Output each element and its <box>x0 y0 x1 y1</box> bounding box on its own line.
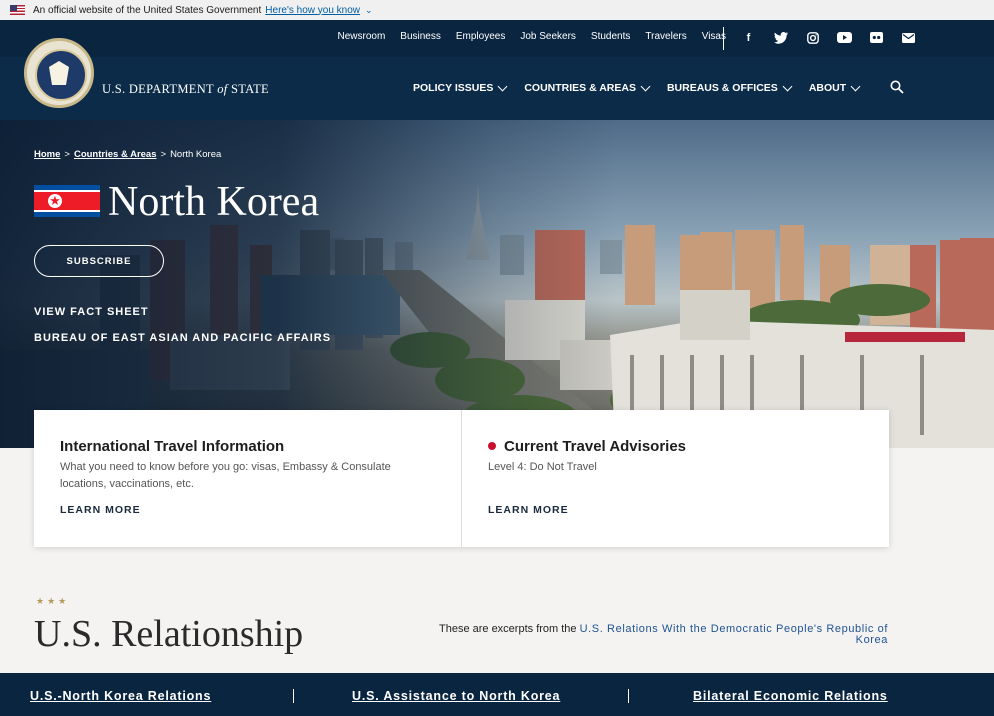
excerpt-prefix: These are excerpts from the <box>438 623 577 635</box>
chevron-down-icon <box>640 81 651 91</box>
how-you-know-link[interactable]: Here's how you know <box>265 5 360 16</box>
us-flag-icon <box>10 5 25 15</box>
nav-travelers[interactable]: Travelers <box>645 31 686 42</box>
hero-banner: Home > Countries & Areas > North Korea ★… <box>0 120 994 448</box>
tab-divider <box>628 689 629 703</box>
tab-bilateral-economic-relations[interactable]: Bilateral Economic Relations <box>693 689 888 703</box>
social-links: f <box>740 29 917 46</box>
breadcrumb: Home > Countries & Areas > North Korea <box>34 149 221 160</box>
brand-of: of <box>217 82 228 96</box>
breadcrumb-separator: > <box>64 149 70 160</box>
breadcrumb-countries-areas[interactable]: Countries & Areas <box>74 149 157 160</box>
youtube-icon[interactable] <box>836 29 853 46</box>
card-title: International Travel Information <box>60 438 285 455</box>
travel-info-card: International Travel Information What yo… <box>34 410 461 547</box>
chevron-down-icon <box>497 81 508 91</box>
tab-us-assistance[interactable]: U.S. Assistance to North Korea <box>352 689 560 703</box>
nav-about[interactable]: ABOUT <box>808 81 861 94</box>
search-icon[interactable] <box>890 80 904 94</box>
card-title: Current Travel Advisories <box>504 438 687 455</box>
card-text: Level 4: Do Not Travel <box>488 461 597 473</box>
subscribe-button[interactable]: SUBSCRIBE <box>34 245 164 277</box>
tab-divider <box>293 689 294 703</box>
brand-prefix: U.S. DEPARTMENT <box>102 82 214 96</box>
twitter-icon[interactable] <box>772 29 789 46</box>
breadcrumb-separator: > <box>160 149 167 160</box>
utility-divider <box>723 27 724 50</box>
nav-business[interactable]: Business <box>400 31 441 42</box>
site-header: Newsroom Business Employees Job Seekers … <box>0 20 994 120</box>
card-title-row: Current Travel Advisories <box>488 438 862 455</box>
hero-overlay <box>0 120 994 448</box>
nav-employees[interactable]: Employees <box>456 31 505 42</box>
learn-more-link[interactable]: LEARN MORE <box>488 504 569 516</box>
breadcrumb-home[interactable]: Home <box>34 149 60 160</box>
north-korea-flag-icon: ★ <box>34 185 100 217</box>
gov-banner: An official website of the United States… <box>0 0 994 20</box>
site-brand[interactable]: U.S. DEPARTMENT of STATE <box>102 82 269 97</box>
chevron-down-icon <box>850 81 861 91</box>
travel-advisory-card: Current Travel Advisories Level 4: Do No… <box>461 410 888 547</box>
utility-nav: Newsroom Business Employees Job Seekers … <box>337 31 726 42</box>
excerpt-link[interactable]: U.S. Relations With the Democratic Peopl… <box>580 623 888 646</box>
excerpt-note: These are excerpts from the U.S. Relatio… <box>428 624 888 646</box>
brand-suffix: STATE <box>230 82 269 96</box>
section-title: U.S. Relationship <box>34 613 304 655</box>
instagram-icon[interactable] <box>804 29 821 46</box>
main-nav: POLICY ISSUES COUNTRIES & AREAS BUREAUS … <box>413 81 861 94</box>
nav-newsroom[interactable]: Newsroom <box>337 31 385 42</box>
page-title: North Korea <box>108 179 320 225</box>
bureau-link[interactable]: BUREAU OF EAST ASIAN AND PACIFIC AFFAIRS <box>34 332 331 344</box>
flickr-icon[interactable] <box>868 29 885 46</box>
learn-more-link[interactable]: LEARN MORE <box>60 504 141 516</box>
nav-bureaus-offices[interactable]: BUREAUS & OFFICES <box>666 81 793 94</box>
chevron-down-icon <box>782 81 793 91</box>
nav-students[interactable]: Students <box>591 31 630 42</box>
nav-countries-areas[interactable]: COUNTRIES & AREAS <box>524 81 651 94</box>
facebook-icon[interactable]: f <box>740 29 757 46</box>
nav-label: BUREAUS & OFFICES <box>666 82 778 94</box>
nav-label: POLICY ISSUES <box>413 82 494 94</box>
official-text: An official website of the United States… <box>33 4 262 16</box>
nav-label: ABOUT <box>808 82 847 94</box>
decorative-stars: ★★★ <box>36 596 70 606</box>
email-icon[interactable] <box>900 29 917 46</box>
travel-cards: International Travel Information What yo… <box>34 410 889 547</box>
chevron-down-icon[interactable]: ⌄ <box>365 5 373 16</box>
breadcrumb-current: North Korea <box>170 149 222 160</box>
view-fact-sheet-link[interactable]: VIEW FACT SHEET <box>34 306 149 318</box>
alert-dot-icon <box>488 442 496 450</box>
nav-label: COUNTRIES & AREAS <box>524 82 636 94</box>
card-text: What you need to know before you go: vis… <box>60 461 391 490</box>
nav-job-seekers[interactable]: Job Seekers <box>520 31 576 42</box>
nav-policy-issues[interactable]: POLICY ISSUES <box>413 81 508 94</box>
section-tabs-bar: U.S.-North Korea Relations U.S. Assistan… <box>0 673 994 716</box>
tab-us-north-korea-relations[interactable]: U.S.-North Korea Relations <box>30 689 211 703</box>
department-seal-logo[interactable] <box>24 38 94 108</box>
